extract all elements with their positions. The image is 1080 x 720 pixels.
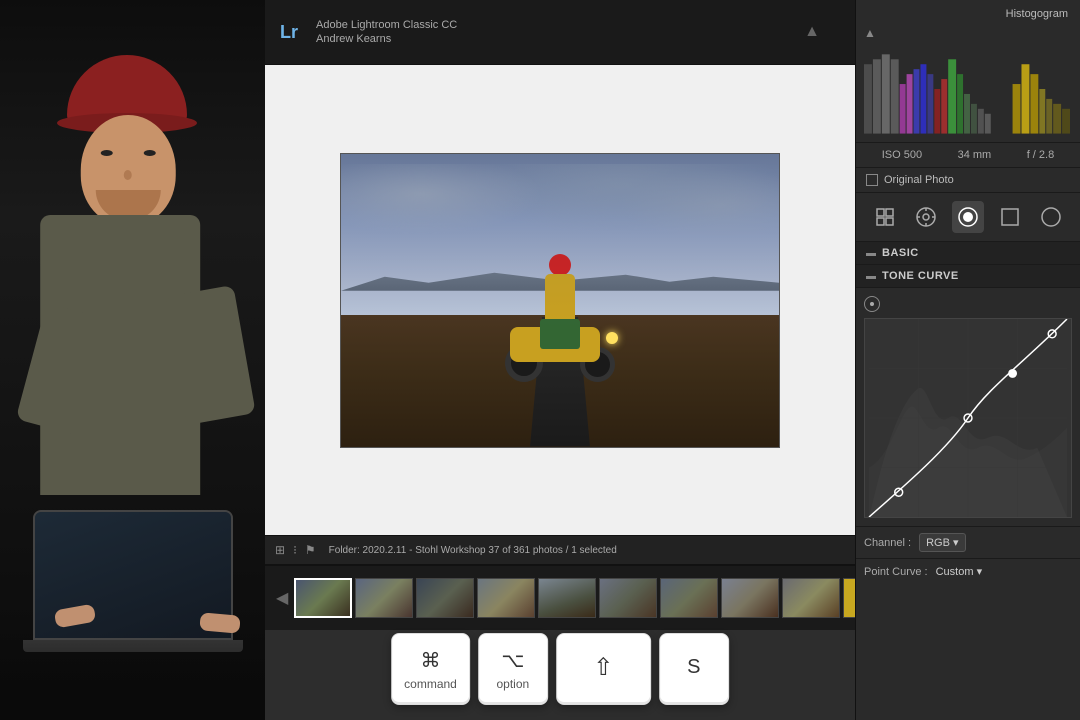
channel-select[interactable]: RGB ▾	[919, 533, 965, 552]
filmstrip-thumb-1[interactable]	[294, 578, 352, 618]
toolbar-icon-flag[interactable]: ⚑	[305, 543, 316, 557]
basic-section-label: Basic	[882, 247, 919, 259]
face	[80, 115, 175, 225]
camera-info: ISO 500 34 mm f / 2.8	[856, 143, 1080, 168]
option-label: option	[496, 677, 529, 691]
panel-icon-circle-filled[interactable]	[952, 201, 984, 233]
develop-panel: Histogogram ▲	[855, 0, 1080, 720]
filmstrip: ◀	[265, 565, 855, 630]
aperture: f / 2.8	[1027, 149, 1055, 161]
filmstrip-arrow-left[interactable]: ◀	[273, 588, 291, 608]
histogram-graph	[864, 44, 1072, 134]
curve-graph-svg	[865, 319, 1071, 517]
filmstrip-thumb-9[interactable]	[782, 578, 840, 618]
lightroom-panel: Lr Adobe Lightroom Classic CC Andrew Kea…	[265, 0, 855, 720]
tone-curve-section-label: Tone Curve	[882, 270, 959, 282]
lr-toolbar: ⊞ ⁝ ⚑ Folder: 2020.2.11 - Stohl Workshop…	[265, 535, 855, 565]
panel-icon-grid[interactable]	[869, 201, 901, 233]
tone-curve-target-row	[864, 296, 1072, 312]
histogram-expand-icon[interactable]: ▲	[864, 26, 876, 40]
focal-length: 34 mm	[958, 149, 992, 161]
panel-icon-circle-plus[interactable]	[910, 201, 942, 233]
target-icon[interactable]	[864, 296, 880, 312]
tone-curve-section-header[interactable]: ▬ Tone Curve	[856, 265, 1080, 288]
folder-info: Folder: 2020.2.11 - Stohl Workshop 37 of…	[329, 545, 617, 556]
panel-icon-square[interactable]	[994, 201, 1026, 233]
original-photo-label: Original Photo	[884, 174, 954, 186]
tone-curve-graph[interactable]	[864, 318, 1072, 518]
square-icon	[1000, 207, 1020, 227]
histogram-section: Histogogram ▲	[856, 0, 1080, 143]
panel-icons-row	[856, 193, 1080, 242]
main-photo	[340, 153, 780, 448]
filmstrip-thumb-6[interactable]	[599, 578, 657, 618]
key-shift: ⇧	[556, 633, 651, 705]
original-photo-checkbox[interactable]	[866, 174, 878, 186]
s-symbol: S	[687, 656, 700, 679]
option-symbol: ⌥	[501, 648, 524, 673]
channel-label: Channel :	[864, 537, 911, 549]
filmstrip-thumb-2[interactable]	[355, 578, 413, 618]
filmstrip-thumb-3[interactable]	[416, 578, 474, 618]
lr-logo: Lr	[280, 22, 298, 43]
filmstrip-thumb-10[interactable]	[843, 578, 855, 618]
keyboard-overlay: ⌘ command ⌥ option ⇧ S	[391, 633, 729, 705]
histogram-svg	[864, 44, 1072, 134]
key-s: S	[659, 633, 729, 705]
filmstrip-thumb-7[interactable]	[660, 578, 718, 618]
lr-app-info: Adobe Lightroom Classic CC Andrew Kearns	[316, 18, 457, 47]
presenter-image	[0, 0, 265, 720]
histogram-title: Histogogram	[864, 8, 1072, 20]
presenter-panel	[0, 0, 265, 720]
grid-icon	[875, 207, 895, 227]
tone-curve-controls	[856, 288, 1080, 526]
toolbar-icon-grid[interactable]: ⊞	[275, 543, 285, 557]
nav-arrow-icon[interactable]: ▲	[804, 23, 820, 40]
point-curve-dropdown-arrow[interactable]: ▾	[977, 566, 983, 578]
filmstrip-thumb-8[interactable]	[721, 578, 779, 618]
panel-icon-circle-outline[interactable]	[1035, 201, 1067, 233]
target-dot	[870, 302, 874, 306]
tone-curve-collapse-icon: ▬	[866, 271, 876, 282]
key-command: ⌘ command	[391, 633, 470, 705]
iso-value: ISO 500	[882, 149, 922, 161]
shift-symbol: ⇧	[593, 653, 613, 682]
basic-section-header[interactable]: ▬ Basic	[856, 242, 1080, 265]
command-symbol: ⌘	[421, 648, 441, 673]
basic-collapse-icon: ▬	[866, 248, 876, 259]
filmstrip-thumb-4[interactable]	[477, 578, 535, 618]
photo-canvas	[265, 65, 855, 535]
original-photo-row: Original Photo	[856, 168, 1080, 193]
key-option: ⌥ option	[478, 633, 548, 705]
point-curve-value: Custom ▾	[936, 565, 983, 578]
circle-outline-icon	[1040, 206, 1062, 228]
channel-row: Channel : RGB ▾	[856, 526, 1080, 558]
point-curve-label: Point Curve :	[864, 566, 928, 578]
circle-plus-icon	[915, 206, 937, 228]
lr-topbar: Lr Adobe Lightroom Classic CC Andrew Kea…	[265, 0, 855, 65]
filmstrip-thumb-5[interactable]	[538, 578, 596, 618]
point-curve-row: Point Curve : Custom ▾	[856, 558, 1080, 584]
toolbar-icon-dots[interactable]: ⁝	[293, 543, 297, 557]
circle-filled-icon	[957, 206, 979, 228]
channel-dropdown-arrow: ▾	[953, 537, 959, 549]
command-label: command	[404, 677, 457, 691]
